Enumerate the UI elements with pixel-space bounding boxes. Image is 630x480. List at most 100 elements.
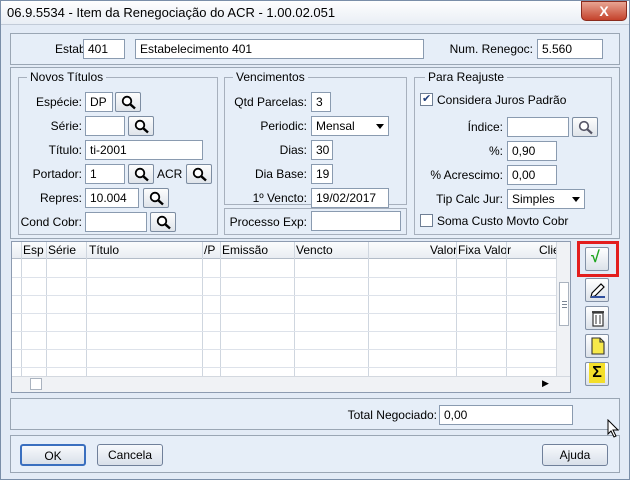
- chevron-down-icon: [376, 124, 384, 129]
- primeiro-vencto-field[interactable]: 19/02/2017: [311, 188, 389, 208]
- portador-lookup-button[interactable]: [128, 164, 154, 184]
- cancel-button[interactable]: Cancela: [97, 444, 163, 466]
- primeiro-vencto-label: 1º Vencto:: [252, 191, 307, 205]
- soma-custo-checkbox[interactable]: [420, 214, 433, 227]
- window-title: 06.9.5534 - Item da Renegociação do ACR …: [7, 5, 336, 20]
- scroll-right-arrow-icon[interactable]: ▶: [542, 378, 549, 389]
- mouse-cursor-icon: [607, 419, 620, 438]
- cond-cobr-label: Cond Cobr:: [20, 215, 82, 229]
- magnifier-icon: [192, 167, 207, 182]
- acrescimo-label: % Acrescimo:: [430, 168, 503, 182]
- table-row[interactable]: [12, 277, 556, 278]
- magnifier-icon: [578, 120, 593, 135]
- percent-field[interactable]: 0,90: [507, 141, 557, 161]
- confirm-check-icon: √: [591, 249, 600, 266]
- vertical-scrollbar[interactable]: [556, 242, 570, 376]
- table-row[interactable]: [12, 349, 556, 350]
- total-negociado-label: Total Negociado:: [347, 408, 437, 422]
- confirm-button[interactable]: √: [585, 247, 609, 271]
- header-panel: Estab: 401 Estabelecimento 401 Num. Rene…: [10, 33, 620, 65]
- qtd-parcelas-label: Qtd Parcelas:: [234, 95, 307, 109]
- col-header-parcela[interactable]: /P: [204, 243, 215, 257]
- col-header-valor[interactable]: Valor: [430, 243, 457, 257]
- table-row[interactable]: [12, 295, 556, 296]
- form-panel: Novos Títulos Espécie: DP Série: Título:…: [10, 67, 620, 239]
- sum-sigma-icon: Σ: [589, 363, 605, 383]
- considera-juros-checkbox[interactable]: [420, 92, 433, 106]
- cond-cobr-lookup-button[interactable]: [150, 212, 176, 232]
- total-negociado-field: 0,00: [439, 405, 573, 425]
- num-renegoc-field: 5.560: [537, 39, 603, 59]
- chevron-down-icon: [572, 197, 580, 202]
- close-button[interactable]: X: [581, 1, 627, 21]
- grid-col-separator: [220, 242, 221, 376]
- num-renegoc-label: Num. Renegoc:: [449, 42, 533, 56]
- col-header-fixa-valor[interactable]: Fixa Valor: [458, 243, 511, 257]
- col-header-emissao[interactable]: Emissão: [222, 243, 268, 257]
- grid-col-separator: [294, 242, 295, 376]
- ok-button[interactable]: OK: [20, 444, 86, 466]
- periodic-select-value: Mensal: [316, 119, 355, 133]
- vencimentos-legend: Vencimentos: [233, 70, 308, 84]
- col-header-titulo[interactable]: Título: [89, 243, 119, 257]
- grid-col-separator: [21, 242, 22, 376]
- estab-name-field: Estabelecimento 401: [135, 39, 424, 59]
- grid-col-separator: [506, 242, 507, 376]
- dia-base-field[interactable]: 19: [311, 164, 333, 184]
- delete-button[interactable]: [585, 306, 609, 330]
- indice-label: Índice:: [467, 120, 503, 134]
- repres-label: Repres:: [39, 191, 82, 205]
- magnifier-icon: [134, 119, 149, 134]
- soma-custo-label: Soma Custo Movto Cobr: [437, 214, 569, 228]
- table-row[interactable]: [12, 367, 556, 368]
- col-header-esp[interactable]: Esp: [23, 243, 44, 257]
- indice-field[interactable]: [507, 117, 569, 137]
- processo-exp-field[interactable]: [311, 211, 401, 231]
- portador-label: Portador:: [32, 167, 82, 181]
- edit-button[interactable]: [585, 278, 609, 302]
- processo-exp-label: Processo Exp:: [229, 215, 307, 229]
- col-header-vencto[interactable]: Vencto: [296, 243, 333, 257]
- table-row[interactable]: [12, 331, 556, 332]
- totals-panel: Total Negociado: 0,00: [10, 398, 620, 430]
- acrescimo-field[interactable]: 0,00: [507, 165, 557, 185]
- serie-lookup-button[interactable]: [128, 116, 154, 136]
- grid-col-separator: [456, 242, 457, 376]
- tip-calc-select[interactable]: Simples: [507, 189, 585, 209]
- portador-modality-text: ACR: [157, 167, 183, 181]
- estab-code-field[interactable]: 401: [83, 39, 125, 59]
- periodic-select[interactable]: Mensal: [311, 116, 389, 136]
- help-button[interactable]: Ajuda: [542, 444, 608, 466]
- horizontal-scroll-thumb[interactable]: [30, 378, 42, 390]
- edit-pencil-icon: [590, 283, 605, 298]
- footer-panel: OK Cancela Ajuda: [10, 435, 620, 473]
- table-row[interactable]: [12, 313, 556, 314]
- col-header-serie[interactable]: Série: [48, 243, 76, 257]
- grid-col-separator: [202, 242, 203, 376]
- new-document-button[interactable]: [585, 334, 609, 358]
- repres-field[interactable]: 10.004: [85, 188, 139, 208]
- delete-trash-icon: [592, 311, 604, 327]
- especie-field[interactable]: DP: [85, 92, 113, 112]
- titles-grid[interactable]: Esp Série Título /P Emissão Vencto Valor…: [11, 241, 571, 393]
- dias-field[interactable]: 30: [311, 140, 333, 160]
- portador-modality-lookup-button[interactable]: [186, 164, 212, 184]
- titulo-field[interactable]: ti-2001: [85, 140, 203, 160]
- repres-lookup-button[interactable]: [143, 188, 169, 208]
- sum-button[interactable]: Σ: [585, 362, 609, 386]
- especie-lookup-button[interactable]: [115, 92, 141, 112]
- processo-exp-group: Processo Exp:: [224, 208, 407, 235]
- cond-cobr-field[interactable]: [85, 212, 147, 232]
- reajuste-group: Para Reajuste Considera Juros Padrão Índ…: [414, 70, 612, 235]
- indice-lookup-button[interactable]: [572, 117, 598, 137]
- percent-label: %:: [488, 144, 503, 158]
- qtd-parcelas-field[interactable]: 3: [311, 92, 331, 112]
- serie-field[interactable]: [85, 116, 125, 136]
- vertical-scroll-thumb[interactable]: [559, 282, 569, 326]
- magnifier-icon: [156, 215, 171, 230]
- periodic-label: Periodic:: [260, 119, 307, 133]
- considera-juros-label: Considera Juros Padrão: [437, 93, 567, 107]
- portador-field[interactable]: 1: [85, 164, 125, 184]
- new-document-icon: [591, 337, 605, 355]
- horizontal-scrollbar[interactable]: ▶: [12, 376, 570, 392]
